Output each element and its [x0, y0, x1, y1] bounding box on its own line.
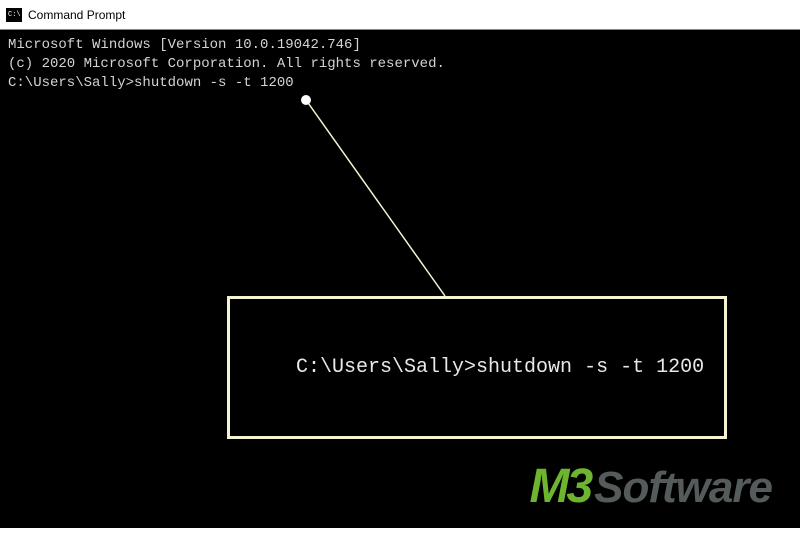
typed-command: shutdown -s -t 1200: [134, 75, 294, 91]
window-title: Command Prompt: [28, 8, 125, 22]
terminal-output-line: (c) 2020 Microsoft Corporation. All righ…: [8, 55, 792, 74]
window-titlebar[interactable]: C:\. Command Prompt: [0, 0, 800, 30]
callout-box: C:\Users\Sally>shutdown -s -t 1200: [227, 296, 727, 439]
terminal-prompt-line: C:\Users\Sally>shutdown -s -t 1200: [8, 74, 792, 93]
terminal-area[interactable]: Microsoft Windows [Version 10.0.19042.74…: [0, 30, 800, 528]
watermark-m3: M3: [529, 455, 590, 520]
annotation-dot-icon: [301, 95, 311, 105]
watermark-logo: M3 Software: [529, 455, 772, 520]
terminal-output-line: Microsoft Windows [Version 10.0.19042.74…: [8, 36, 792, 55]
cmd-icon: C:\.: [6, 8, 22, 22]
callout-text: C:\Users\Sally>shutdown -s -t 1200: [296, 356, 704, 379]
prompt-path: C:\Users\Sally>: [8, 75, 134, 91]
watermark-software: Software: [594, 458, 772, 517]
